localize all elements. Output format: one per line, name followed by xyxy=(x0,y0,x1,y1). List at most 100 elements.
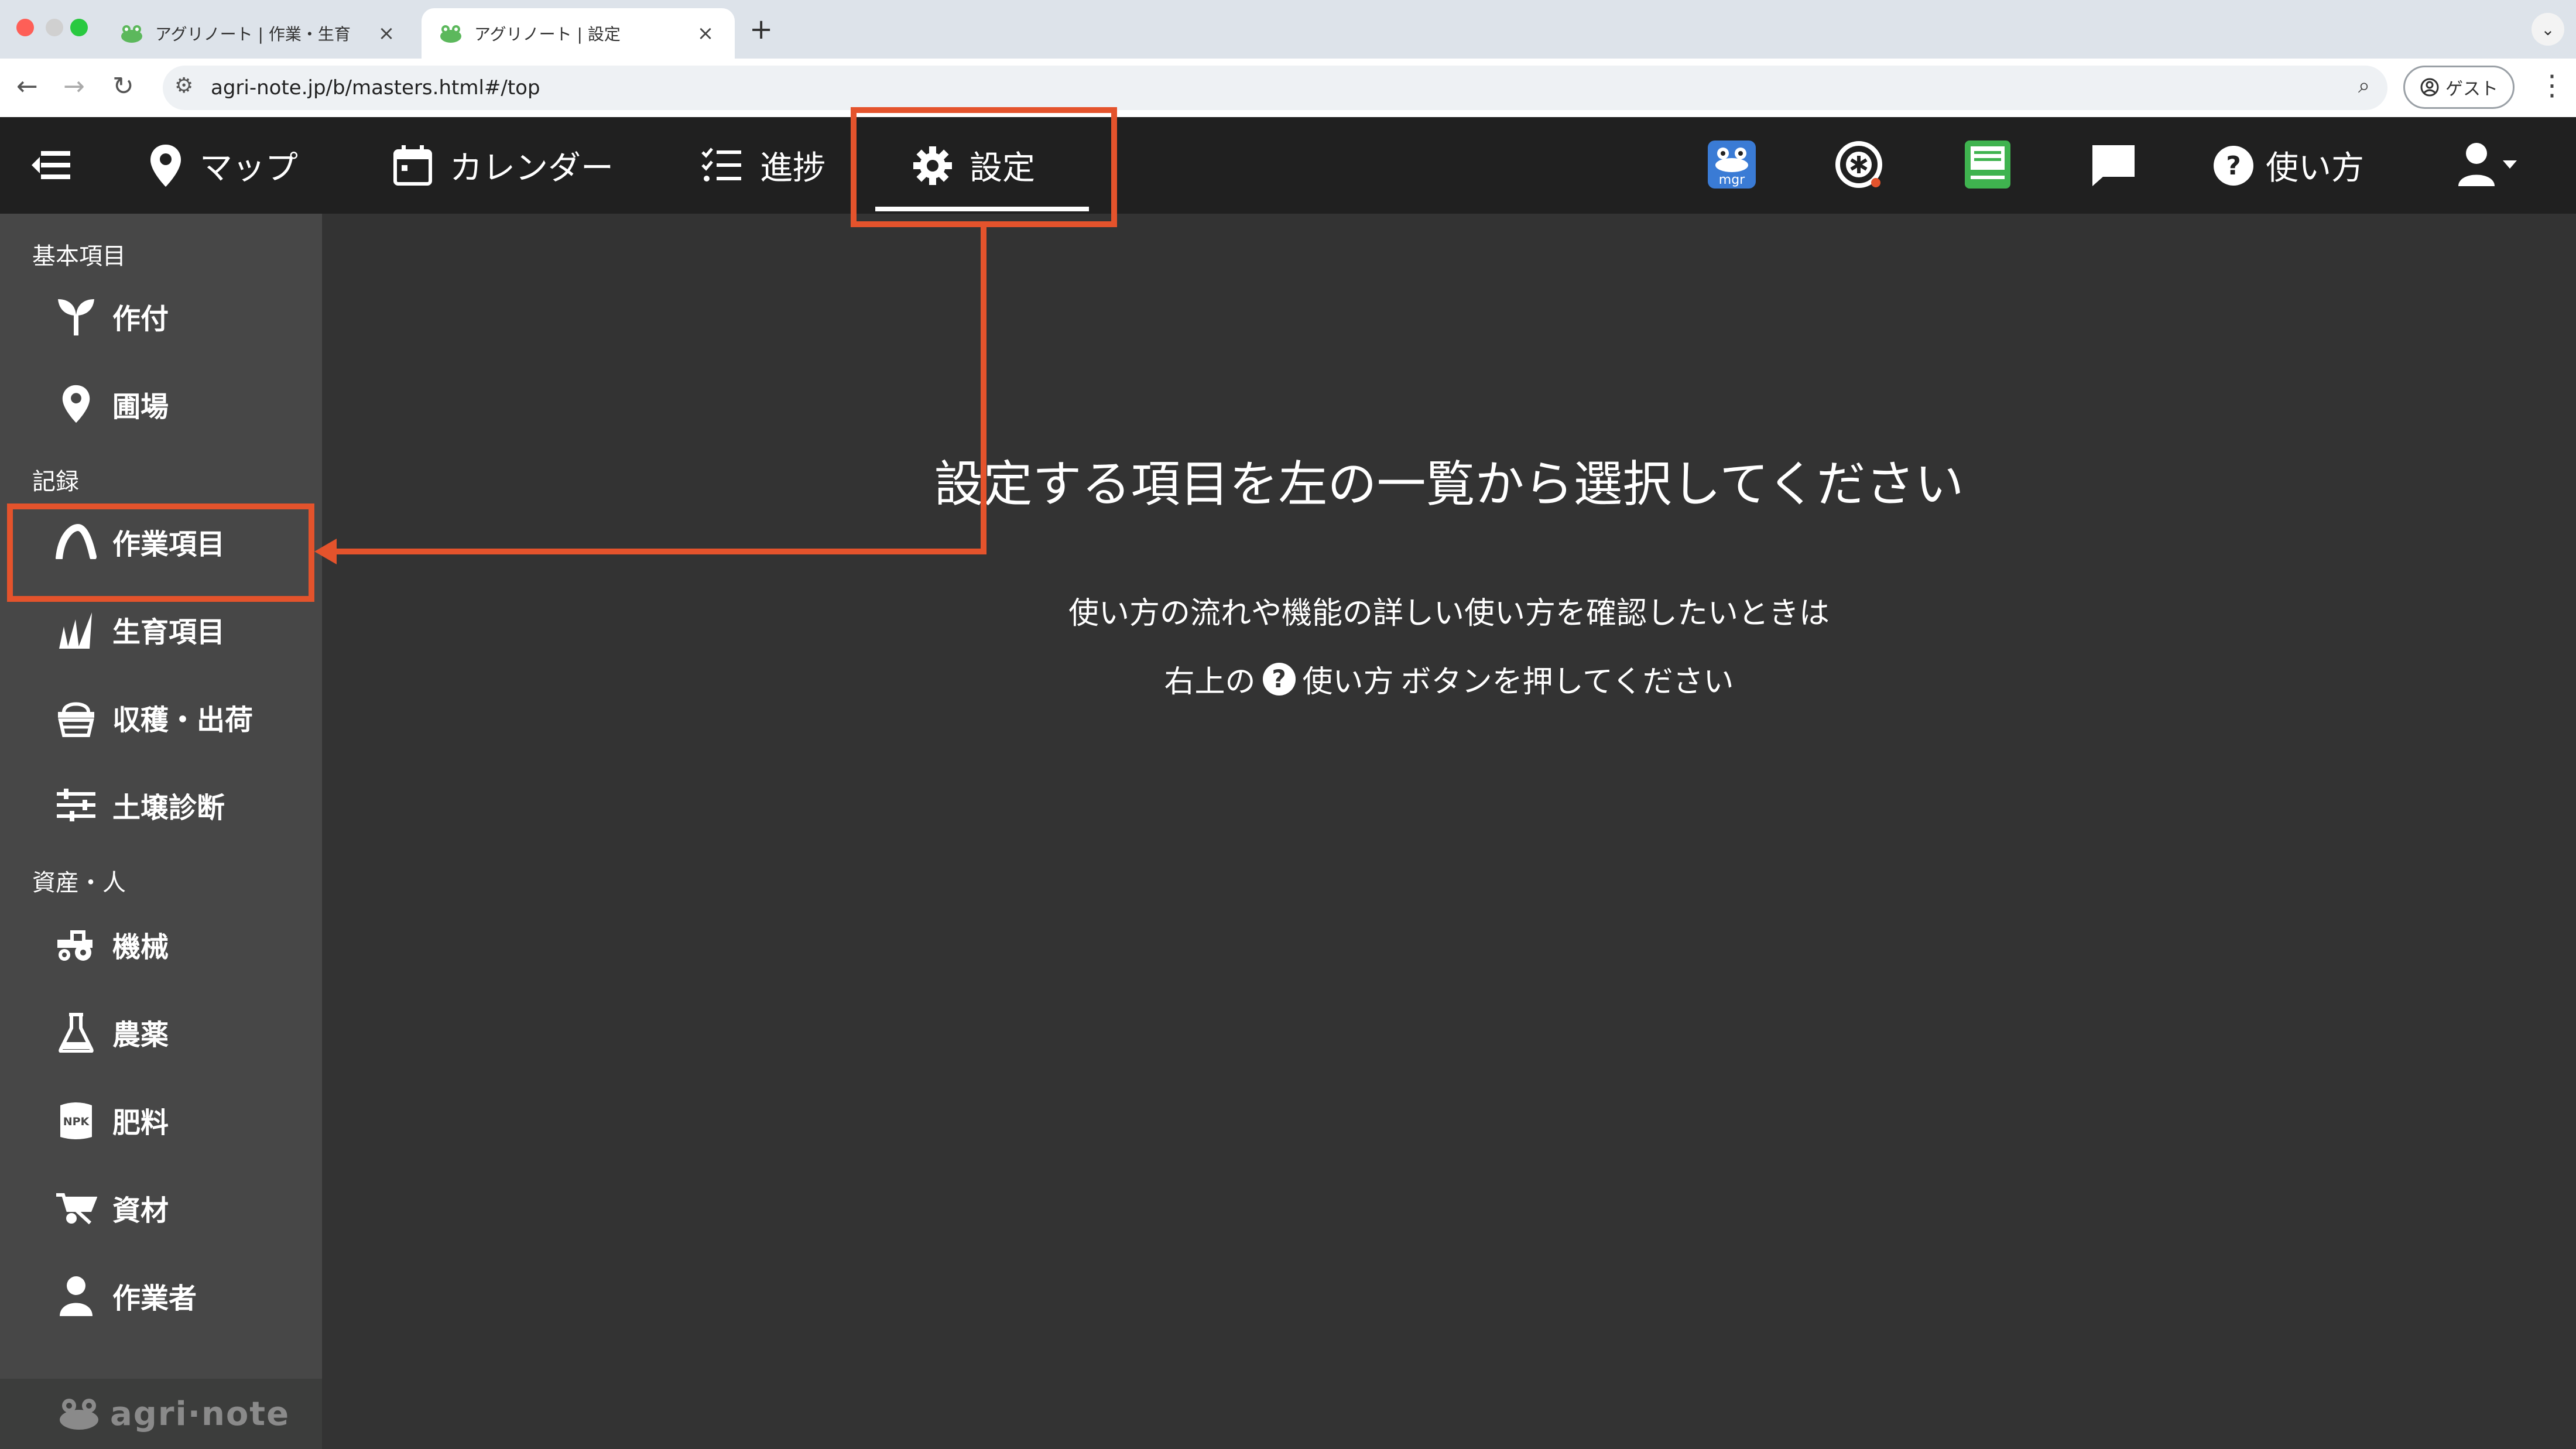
growth-icon xyxy=(53,606,100,653)
section-header-records: 記録 xyxy=(32,468,79,495)
forward-arrow-icon[interactable]: → xyxy=(63,71,85,101)
tab-search-button[interactable]: ⌄ xyxy=(2532,13,2564,46)
sidebar-item-crops[interactable]: 作付 xyxy=(0,272,322,360)
minimize-window-button[interactable] xyxy=(46,19,63,36)
help-instruction-prefix: 右上の xyxy=(1164,664,1256,700)
chat-bubble-icon xyxy=(2092,145,2135,186)
frog-favicon-icon xyxy=(440,25,461,43)
question-circle-icon: ? xyxy=(1262,662,1296,696)
nav-calendar[interactable]: カレンダー xyxy=(393,117,614,214)
section-header-basic: 基本項目 xyxy=(32,243,126,270)
frog-favicon-icon xyxy=(121,25,142,43)
sidebar: 基本項目 作付 圃場 記録 作業項目 生育項目 収穫・出荷 土壌診断 資産・人 … xyxy=(0,214,322,1449)
basket-icon xyxy=(53,694,100,741)
browser-toolbar: ← → ↻ ⚙ agri-note.jp/b/masters.html#/top… xyxy=(0,59,2576,117)
svg-text:?: ? xyxy=(2226,151,2241,181)
nav-progress-label: 進捗 xyxy=(760,149,825,187)
sidebar-item-fertilizer[interactable]: NPK 肥料 xyxy=(0,1076,322,1164)
green-book-icon xyxy=(1965,141,2010,189)
address-bar[interactable]: ⚙ agri-note.jp/b/masters.html#/top ⌕ xyxy=(163,66,2387,110)
sidebar-item-label: 作付 xyxy=(112,303,169,335)
page-instruction-title: 設定する項目を左の一覧から選択してください xyxy=(934,455,1964,513)
sidebar-item-label: 土壌診断 xyxy=(112,792,225,824)
nav-map[interactable]: マップ xyxy=(149,117,298,214)
diary-app-button[interactable] xyxy=(1962,139,2013,192)
sidebar-item-harvest[interactable]: 収穫・出荷 xyxy=(0,673,322,761)
sidebar-item-materials[interactable]: 資材 xyxy=(0,1164,322,1252)
sidebar-item-workers[interactable]: 作業者 xyxy=(0,1252,322,1340)
agri-note-logo-icon xyxy=(60,1399,98,1430)
sidebar-item-label: 圃場 xyxy=(112,390,169,423)
highlight-settings-tab xyxy=(851,107,1117,227)
zoom-icon[interactable]: ⌕ xyxy=(2358,74,2370,98)
section-header-assets: 資産・人 xyxy=(32,869,126,896)
location-pin-icon xyxy=(53,381,100,427)
sidebar-item-label: 資材 xyxy=(112,1194,169,1227)
browser-menu-icon[interactable]: ⋮ xyxy=(2538,69,2566,102)
help-instruction-line2: 右上の ? 使い方 ボタンを押してください xyxy=(585,657,2313,701)
app-window: アグリノート | 作業・生育 × アグリノート | 設定 × + ⌄ ← → ↻… xyxy=(0,0,2576,1449)
back-arrow-icon[interactable]: ← xyxy=(16,71,38,101)
user-icon xyxy=(2458,143,2517,186)
checklist-icon xyxy=(701,147,742,184)
help-instruction-suffix: ボタンを押してください xyxy=(1400,664,1734,700)
guest-profile-icon xyxy=(2420,78,2439,97)
tab-title: アグリノート | 設定 xyxy=(474,25,621,44)
tractor-icon xyxy=(53,921,100,968)
messages-button[interactable] xyxy=(2090,143,2137,190)
help-label: 使い方 xyxy=(2266,149,2364,187)
maximize-window-button[interactable] xyxy=(70,19,88,36)
annotation-arrow xyxy=(314,227,986,564)
sidebar-item-pesticides[interactable]: 農薬 xyxy=(0,988,322,1076)
tab-title: アグリノート | 作業・生育 xyxy=(155,25,351,44)
highlight-work-items xyxy=(7,503,314,602)
flask-icon xyxy=(53,1009,100,1056)
mgr-app-button[interactable]: mgr xyxy=(1707,139,1757,192)
map-pin-icon xyxy=(149,143,182,188)
npk-icon: NPK xyxy=(53,1097,100,1143)
sidebar-item-label: 機械 xyxy=(112,931,169,964)
sidebar-item-fields[interactable]: 圃場 xyxy=(0,360,322,448)
sidebar-item-label: 肥料 xyxy=(112,1107,169,1139)
sync-badge-button[interactable] xyxy=(1834,139,1884,192)
tab-close-icon[interactable]: × xyxy=(694,22,717,45)
nav-progress[interactable]: 進捗 xyxy=(701,117,825,214)
nav-calendar-label: カレンダー xyxy=(450,149,614,187)
footer-logo-text: agri·note xyxy=(110,1395,290,1433)
person-icon xyxy=(53,1272,100,1319)
question-circle-icon: ? xyxy=(2213,145,2254,186)
mgr-label: mgr xyxy=(1719,173,1745,187)
wheelbarrow-icon xyxy=(53,1184,100,1231)
browser-tab-settings[interactable]: アグリノート | 設定 × xyxy=(422,8,735,59)
sidebar-item-label: 農薬 xyxy=(112,1019,169,1051)
calendar-icon xyxy=(393,145,432,186)
guest-label: ゲスト xyxy=(2445,79,2498,100)
sidebar-footer: agri·note xyxy=(0,1379,322,1449)
sidebar-item-soil[interactable]: 土壌診断 xyxy=(0,761,322,849)
app-header: マップ カレンダー 進捗 設定 mgr ? 使い方 xyxy=(0,117,2576,214)
asterisk-circle-icon xyxy=(1835,141,1882,188)
new-tab-button[interactable]: + xyxy=(749,13,773,46)
tab-close-icon[interactable]: × xyxy=(375,22,398,45)
site-info-icon[interactable]: ⚙ xyxy=(174,74,193,98)
mgr-frog-icon: mgr xyxy=(1708,141,1756,189)
url-text: agri-note.jp/b/masters.html#/top xyxy=(211,76,540,100)
sidebar-toggle-icon[interactable] xyxy=(30,146,73,184)
sprout-icon xyxy=(53,293,100,340)
sidebar-item-label: 作業者 xyxy=(112,1282,197,1315)
nav-map-label: マップ xyxy=(200,149,298,187)
sidebar-item-label: 収穫・出荷 xyxy=(112,704,254,737)
sidebar-item-label: 生育項目 xyxy=(112,616,225,649)
svg-text:NPK: NPK xyxy=(63,1115,90,1128)
chevron-down-icon: ⌄ xyxy=(2541,19,2555,39)
reload-icon[interactable]: ↻ xyxy=(112,71,134,101)
profile-guest-button[interactable]: ゲスト xyxy=(2403,66,2515,109)
sidebar-item-machinery[interactable]: 機械 xyxy=(0,900,322,988)
help-button[interactable]: ? 使い方 xyxy=(2213,117,2364,214)
user-menu-button[interactable] xyxy=(2456,141,2520,190)
help-instruction-line1: 使い方の流れや機能の詳しい使い方を確認したいときは xyxy=(1068,596,1830,631)
sliders-icon xyxy=(53,782,100,828)
help-instruction-help: 使い方 xyxy=(1302,664,1394,700)
browser-tab-work[interactable]: アグリノート | 作業・生育 × xyxy=(102,8,416,59)
close-window-button[interactable] xyxy=(16,19,34,36)
